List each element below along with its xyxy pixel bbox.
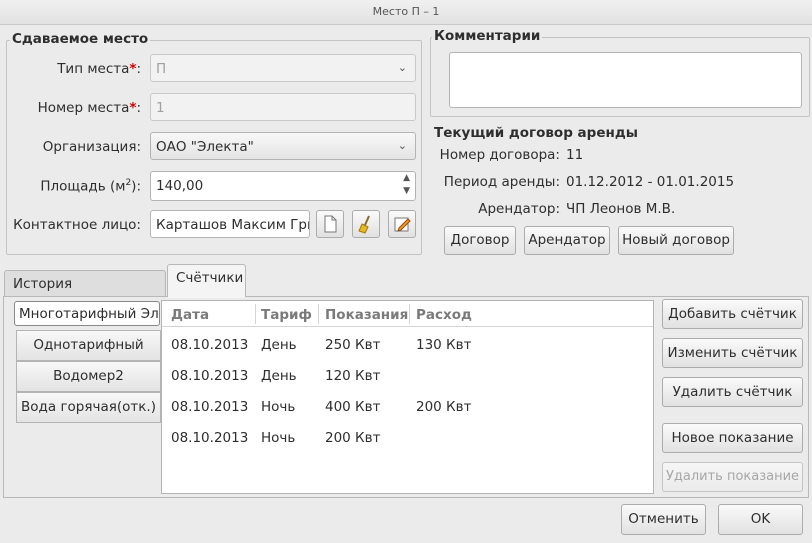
table-row[interactable]: 08.10.2013 Ночь 400 Квт 200 Квт [162,391,653,422]
tenant-value: ЧП Леонов М.В. [566,201,676,217]
window-title: Место П – 1 [372,5,440,18]
organization-combobox[interactable]: ОАО "Электа" ⌄ [150,132,416,160]
contract-button[interactable]: Договор [444,226,516,255]
area-spinbox[interactable]: 140,00 ▲ ▼ [150,171,416,201]
active-tab-joint [168,295,245,298]
table-row[interactable]: 08.10.2013 Ночь 200 Квт [162,422,653,453]
required-mark: * [129,61,137,77]
place-type-label: Тип места*: [57,61,141,77]
organization-label: Организация: [42,139,141,155]
place-number-label: Номер места*: [37,100,141,116]
tenant-label: Арендатор: [478,201,560,217]
rental-period-label: Период аренды: [443,174,560,190]
contact-person-field[interactable]: Карташов Максим Григ [150,210,310,238]
table-header-divider [162,326,653,327]
comments-title: Комментарии [432,28,543,44]
broom-icon [358,215,370,234]
contract-number-label: Номер договора: [439,147,560,163]
meter-list-item-selected[interactable]: Многотарифный Эл. [14,301,160,326]
spin-up-icon[interactable]: ▲ [403,173,410,183]
table-row[interactable]: 08.10.2013 День 250 Квт 130 Квт [162,329,653,360]
delete-reading-button[interactable]: Удалить показание [662,462,803,492]
place-number-field[interactable]: 1 [150,93,416,121]
contact-edit-button[interactable] [388,210,416,238]
ok-button[interactable]: OK [718,504,803,535]
chevron-down-icon: ⌄ [397,61,407,74]
column-header-consumption[interactable]: Расход [416,307,472,323]
table-row[interactable]: 08.10.2013 День 120 Квт [162,360,653,391]
area-label: Площадь (м2): [40,178,141,195]
add-meter-button[interactable]: Добавить счётчик [662,299,803,329]
tab-meters[interactable]: Счётчики [167,264,246,298]
new-reading-button[interactable]: Новое показание [662,423,803,453]
document-icon [324,215,337,233]
delete-meter-button[interactable]: Удалить счётчик [662,377,803,407]
contract-title: Текущий договор аренды [434,125,638,141]
edit-icon [394,217,411,232]
new-contract-button[interactable]: Новый договор [618,226,734,255]
meter-list-item[interactable]: Водомер2 [16,361,161,392]
contact-label: Контактное лицо: [13,217,141,233]
rental-period-value: 01.12.2012 - 01.01.2015 [566,174,735,190]
column-header-reading[interactable]: Показания [325,307,408,323]
column-header-date[interactable]: Дата [171,307,209,323]
contact-view-button[interactable] [316,210,344,238]
meter-list-item[interactable]: Однотарифный [16,330,161,361]
tab-tenant-history[interactable]: История арендаторов [4,270,166,308]
column-header-tariff[interactable]: Тариф [261,307,312,323]
edit-meter-button[interactable]: Изменить счётчик [662,338,803,368]
window-titlebar: Место П – 1 [0,0,812,25]
tenant-button[interactable]: Арендатор [524,226,610,255]
comments-textarea[interactable] [449,52,802,108]
rental-place-title: Сдаваемое место [10,31,151,47]
cancel-button[interactable]: Отменить [621,504,706,535]
spin-down-icon[interactable]: ▼ [403,186,410,196]
contact-clear-button[interactable] [352,210,380,238]
meter-list-item[interactable]: Вода горячая(отк.) [16,392,161,423]
chevron-down-icon: ⌄ [397,139,407,152]
contract-number-value: 11 [566,147,584,163]
place-type-combobox[interactable]: П ⌄ [150,54,416,82]
